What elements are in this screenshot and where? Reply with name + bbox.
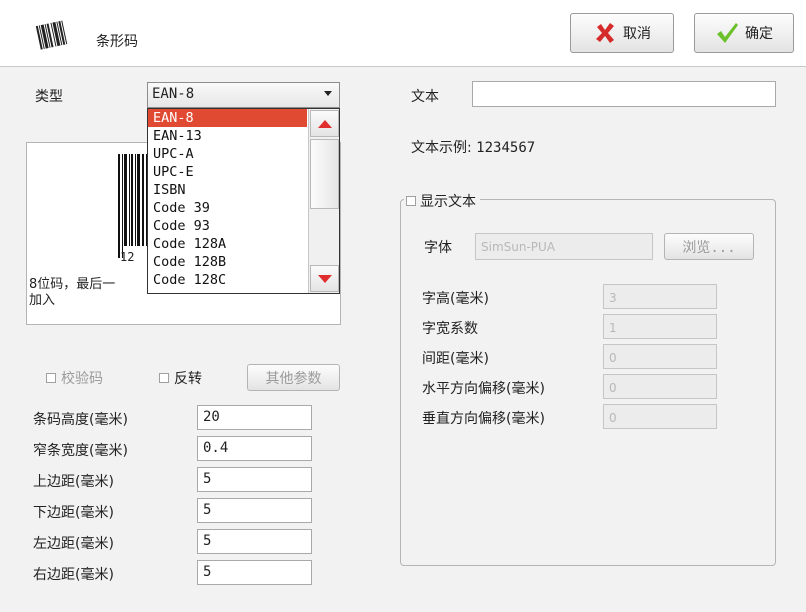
text-field-label: 字高(毫米) [422, 291, 489, 307]
arrow-up-icon [318, 120, 332, 128]
text-example: 文本示例: 1234567 [411, 137, 535, 157]
cancel-label: 取消 [623, 26, 651, 42]
barcode-field-label: 窄条宽度(毫米) [33, 443, 128, 459]
dropdown-option[interactable]: EAN-13 [148, 127, 307, 145]
text-example-value: 1234567 [476, 140, 536, 156]
text-input[interactable] [472, 81, 776, 107]
cancel-button[interactable]: 取消 [570, 13, 674, 53]
barcode-field-input[interactable]: 5 [197, 560, 312, 585]
text-field-input: 0 [603, 374, 717, 399]
other-params-button[interactable]: 其他参数 [247, 364, 340, 391]
dropdown-options: EAN-8 EAN-13 UPC-A UPC-E ISBN Code 39 Code 93 C… [148, 109, 307, 289]
scroll-down-button[interactable] [310, 265, 339, 292]
invert-checkbox[interactable] [159, 373, 169, 383]
type-dropdown-list[interactable]: EAN-8 EAN-13 UPC-A UPC-E ISBN Code 39 Code 93 C… [147, 108, 340, 294]
browse-button: 浏览... [664, 233, 754, 260]
barcode-field-label: 下边距(毫米) [33, 505, 114, 521]
text-field-label: 间距(毫米) [422, 351, 489, 367]
dialog-title: 条形码 [96, 34, 138, 50]
type-select-value: EAN-8 [152, 86, 195, 102]
text-field-input: 0 [603, 344, 717, 369]
barcode-field-label: 右边距(毫米) [33, 567, 114, 583]
arrow-down-icon [318, 275, 332, 283]
text-field-input: 1 [603, 314, 717, 339]
text-field-input: 3 [603, 284, 717, 309]
chevron-down-icon[interactable] [324, 91, 332, 96]
dropdown-option[interactable]: UPC-E [148, 163, 307, 181]
green-check-icon [717, 23, 738, 43]
barcode-field-input[interactable]: 5 [197, 467, 312, 492]
ok-label: 确定 [745, 26, 773, 42]
preview-description-line1: 8位码，最后一 [29, 277, 116, 292]
checksum-label: 校验码 [61, 371, 103, 387]
scroll-thumb[interactable] [310, 139, 339, 209]
text-field-label: 字宽系数 [422, 321, 478, 337]
text-example-label: 文本示例: [411, 140, 472, 156]
show-text-legend: 显示文本 [404, 191, 480, 211]
text-field-input: 0 [603, 404, 717, 429]
dropdown-option[interactable]: Code 39 [148, 199, 307, 217]
text-label: 文本 [411, 89, 439, 105]
red-x-icon [596, 23, 614, 43]
text-field-label: 垂直方向偏移(毫米) [422, 411, 545, 427]
barcode-field-input[interactable]: 5 [197, 529, 312, 554]
header-divider [0, 66, 806, 67]
text-field-label: 水平方向偏移(毫米) [422, 381, 545, 397]
dropdown-option[interactable]: EAN-8 [148, 109, 307, 127]
dropdown-option[interactable]: Code 128A [148, 235, 307, 253]
barcode-field-input[interactable]: 20 [197, 405, 312, 430]
barcode-field-label: 左边距(毫米) [33, 536, 114, 552]
dropdown-option[interactable]: ISBN [148, 181, 307, 199]
dropdown-option[interactable]: Code 128B [148, 253, 307, 271]
font-field: SimSun-PUA [475, 233, 653, 260]
ok-button[interactable]: 确定 [694, 13, 794, 53]
dropdown-scrollbar[interactable] [308, 109, 339, 293]
dropdown-option[interactable]: Code 128C [148, 271, 307, 289]
barcode-preview-image [118, 154, 147, 258]
show-text-checkbox[interactable] [406, 196, 416, 206]
barcode-field-input[interactable]: 5 [197, 498, 312, 523]
barcode-field-input[interactable]: 0.4 [197, 436, 312, 461]
dropdown-option[interactable]: UPC-A [148, 145, 307, 163]
type-label: 类型 [35, 89, 63, 105]
barcode-icon [35, 20, 68, 50]
dropdown-option[interactable]: Code 93 [148, 217, 307, 235]
invert-label: 反转 [174, 371, 202, 387]
preview-number: 12 [120, 250, 135, 264]
font-label: 字体 [424, 240, 452, 256]
checksum-checkbox[interactable] [46, 373, 56, 383]
preview-description-line2: 加入 [29, 293, 56, 308]
barcode-field-label: 上边距(毫米) [33, 474, 114, 490]
preview-description: 8位码，最后一 加入 [29, 277, 149, 309]
show-text-label: 显示文本 [420, 194, 476, 210]
scroll-up-button[interactable] [310, 110, 339, 137]
barcode-field-label: 条码高度(毫米) [33, 412, 128, 428]
